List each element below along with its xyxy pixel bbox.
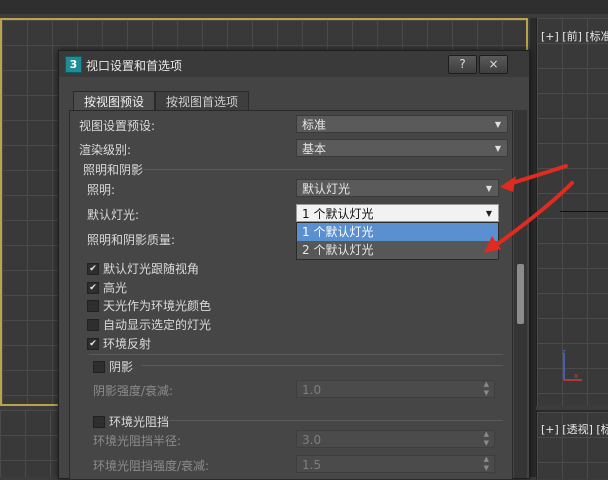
spinner-arrows-icon[interactable]: ▲ ▼ — [484, 380, 489, 398]
section-divider — [169, 420, 503, 421]
tab-per-view-preferences[interactable]: 按视图首选项 — [155, 91, 250, 112]
default-light-value: 1 个默认灯光 — [302, 207, 374, 221]
lighting-label: 照明: — [87, 183, 116, 197]
render-level-label: 渲染级别: — [79, 143, 132, 157]
vertical-scrollbar[interactable] — [514, 110, 527, 478]
help-button[interactable]: ? — [448, 55, 477, 74]
checkbox-box[interactable] — [93, 415, 105, 428]
viewport-settings-dialog: 3 视口设置和首选项 ? × 按视图预设 按视图首选项 视图设置预设: 标准 ▼… — [58, 50, 530, 480]
spinner-arrows-icon[interactable]: ▲ ▼ — [484, 455, 489, 473]
quality-label: 照明和阴影质量: — [87, 233, 176, 247]
render-level-combo[interactable]: 基本 ▼ — [296, 139, 508, 157]
checkbox-label: 高光 — [103, 281, 128, 295]
checkbox-default-light-follow[interactable]: ✔ 默认灯光跟随视角 — [87, 260, 199, 277]
shadow-group-title: 阴影 — [109, 360, 134, 374]
default-light-label: 默认灯光: — [87, 208, 140, 222]
tab-per-view-preset[interactable]: 按视图预设 — [73, 91, 156, 112]
preset-label: 视图设置预设: — [79, 119, 156, 133]
default-light-combo[interactable]: 1 个默认灯光 ▼ — [296, 204, 499, 222]
ao-strength-label: 环境光阻挡强度/衰减: — [93, 459, 210, 473]
lighting-section-title: 照明和阴影 — [83, 163, 144, 177]
viewport-label-front[interactable]: [+] [前] [标准 — [541, 28, 608, 44]
svg-text:z: z — [562, 348, 566, 356]
axis-gizmo-icon: z x — [562, 348, 582, 381]
section-divider — [141, 169, 503, 170]
checkbox-box[interactable]: ✔ — [87, 262, 99, 275]
lighting-value: 默认灯光 — [302, 182, 351, 196]
chevron-down-icon: ▼ — [485, 209, 492, 218]
viewport-top-bar — [0, 0, 608, 14]
chevron-down-icon: ▼ — [494, 120, 501, 129]
preset-combo[interactable]: 标准 ▼ — [296, 115, 508, 133]
default-light-dropdown-list[interactable]: 1 个默认灯光 2 个默认灯光 — [296, 222, 499, 260]
app-logo-icon: 3 — [65, 56, 82, 73]
ao-strength-value: 1.5 — [302, 458, 322, 472]
viewport-separator — [530, 18, 536, 477]
checkbox-label: 自动显示选定的灯光 — [103, 318, 212, 332]
checkbox-ambient-occlusion[interactable]: 环境光阻挡 — [93, 413, 169, 430]
checkbox-box[interactable]: ✔ — [87, 281, 99, 294]
checkbox-shadows[interactable]: 阴影 — [93, 358, 133, 375]
ao-group-title: 环境光阻挡 — [109, 415, 170, 429]
section-divider — [141, 365, 503, 366]
checkbox-box[interactable]: ✔ — [87, 337, 99, 350]
checkbox-skylight-ambient[interactable]: 天光作为环境光颜色 — [87, 297, 211, 314]
section-divider — [89, 354, 503, 355]
ground-line — [560, 211, 608, 212]
dropdown-option-1-light[interactable]: 1 个默认灯光 — [297, 223, 498, 241]
checkbox-highlights[interactable]: ✔ 高光 — [87, 279, 127, 296]
checkbox-box[interactable] — [93, 360, 105, 373]
lighting-combo[interactable]: 默认灯光 ▼ — [296, 179, 499, 197]
preset-value: 标准 — [302, 118, 327, 132]
ao-radius-label: 环境光阻挡半径: — [93, 434, 182, 448]
checkbox-auto-display-lights[interactable]: 自动显示选定的灯光 — [87, 316, 211, 333]
dialog-title: 视口设置和首选项 — [86, 59, 183, 73]
checkbox-box[interactable] — [87, 318, 99, 331]
ao-radius-spinner[interactable]: 3.0 ▲ ▼ — [296, 430, 495, 448]
ao-radius-value: 3.0 — [302, 433, 322, 447]
viewport-label-perspective[interactable]: [+] [透视] [标 — [541, 421, 608, 437]
chevron-down-icon: ▼ — [485, 184, 492, 193]
scrollbar-thumb[interactable] — [517, 264, 524, 324]
shadow-strength-spinner[interactable]: 1.0 ▲ ▼ — [296, 380, 495, 398]
shadow-strength-label: 阴影强度/衰减: — [93, 384, 174, 398]
checkbox-box[interactable] — [87, 299, 99, 312]
shadow-strength-value: 1.0 — [302, 383, 322, 397]
dropdown-option-2-lights[interactable]: 2 个默认灯光 — [297, 241, 498, 259]
checkbox-label: 环境反射 — [103, 337, 152, 351]
checkbox-label: 默认灯光跟随视角 — [103, 262, 200, 276]
ao-strength-spinner[interactable]: 1.5 ▲ ▼ — [296, 455, 495, 473]
checkbox-env-reflection[interactable]: ✔ 环境反射 — [87, 335, 151, 352]
spinner-arrows-icon[interactable]: ▲ ▼ — [484, 430, 489, 448]
close-button[interactable]: × — [479, 55, 508, 74]
chevron-down-icon: ▼ — [494, 144, 501, 153]
render-level-value: 基本 — [302, 142, 327, 156]
checkbox-label: 天光作为环境光颜色 — [103, 299, 212, 313]
dialog-titlebar[interactable]: 3 视口设置和首选项 ? × — [59, 51, 529, 77]
svg-text:x: x — [574, 372, 578, 380]
